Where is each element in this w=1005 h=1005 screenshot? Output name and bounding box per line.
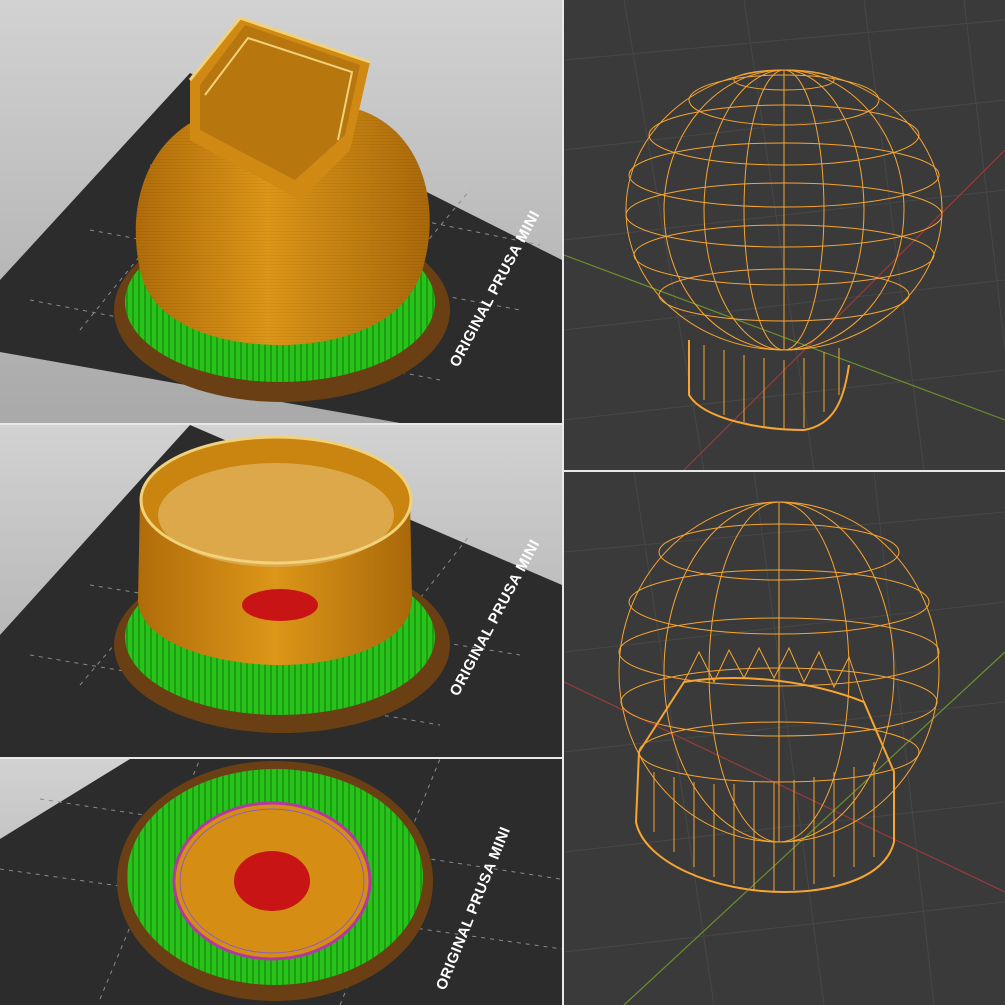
wireframe-mesh-icon <box>618 501 940 894</box>
wireframe-bottom-canvas <box>564 472 1005 1005</box>
wireframe-view-bottom[interactable] <box>564 472 1005 1005</box>
slicer-full-canvas: ORIGINAL PRUSA MINI <box>0 16 562 423</box>
slicer-view-base[interactable]: ORIGINAL PRUSA MINI <box>0 759 562 1005</box>
slicer-base-canvas: ORIGINAL PRUSA MINI <box>0 759 562 1005</box>
slicer-cut-canvas: ORIGINAL PRUSA MINI <box>0 425 562 757</box>
first-layer-marker <box>242 589 318 621</box>
slicer-view-cut[interactable]: ORIGINAL PRUSA MINI <box>0 425 562 757</box>
wireframe-mesh-icon <box>625 69 943 432</box>
slicer-view-full[interactable]: ORIGINAL PRUSA MINI <box>0 0 562 423</box>
x-axis-line <box>683 149 1005 470</box>
wireframe-top-canvas <box>564 0 1005 470</box>
first-layer-marker <box>234 851 310 911</box>
wireframe-view-top[interactable] <box>564 0 1005 470</box>
